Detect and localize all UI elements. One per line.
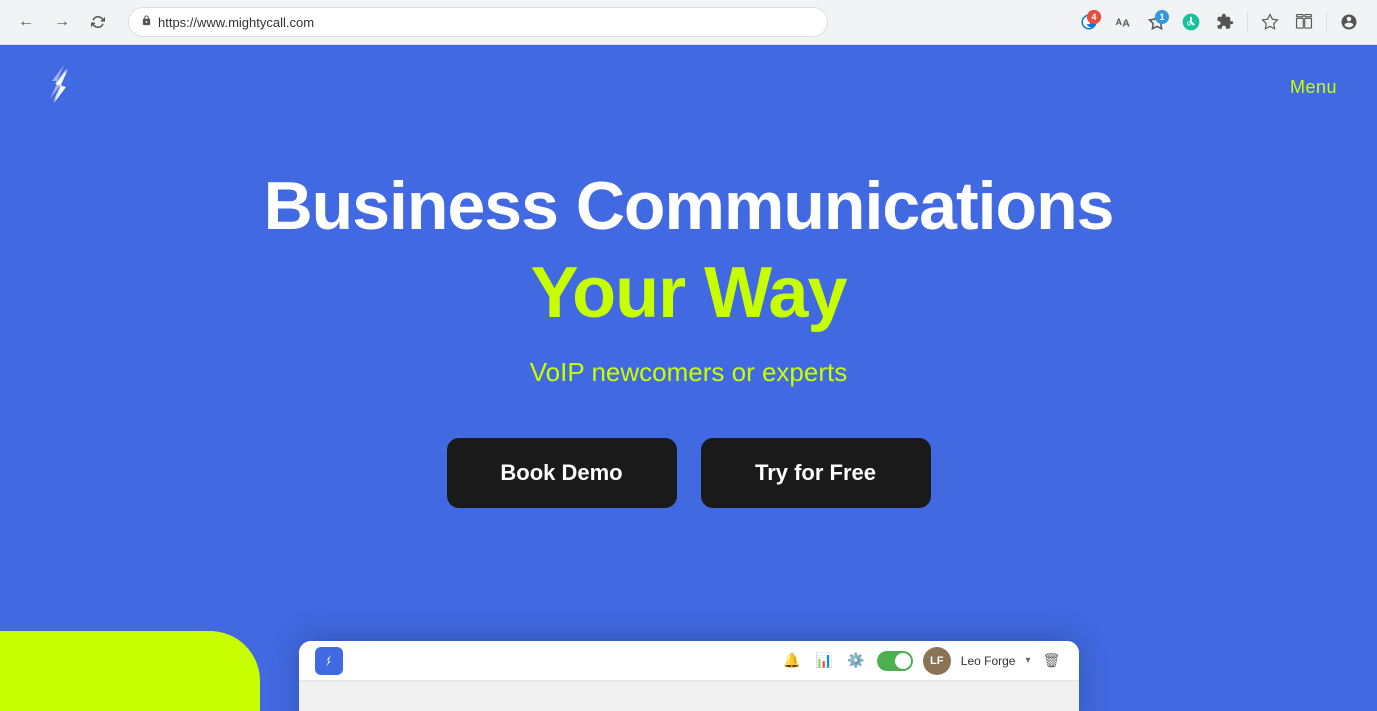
site-nav: Menu	[0, 45, 1377, 129]
hero-title-line2: Your Way	[20, 254, 1357, 333]
hero-subtitle: VoIP newcomers or experts	[20, 357, 1357, 388]
favorites-star-icon[interactable]	[1254, 6, 1286, 38]
svg-text:A: A	[1122, 18, 1130, 30]
chart-icon: 📊	[813, 650, 835, 672]
extension-edge-icon[interactable]: 4 4	[1073, 6, 1105, 38]
back-button[interactable]: ←	[12, 8, 40, 36]
hero-buttons: Book Demo Try for Free	[20, 438, 1357, 508]
dropdown-icon: ▾	[1025, 655, 1030, 666]
svg-text:A: A	[1116, 17, 1123, 27]
extensions-icon[interactable]	[1209, 6, 1241, 38]
favorites-icon[interactable]: 1	[1141, 6, 1173, 38]
settings-icon: ⚙️	[845, 650, 867, 672]
text-size-icon[interactable]: A A	[1107, 6, 1139, 38]
extension-badge: 4	[1087, 10, 1101, 24]
address-bar[interactable]: https://www.mightycall.com	[128, 7, 828, 37]
dashboard-preview: 🔔 📊 ⚙️ LF Leo Forge ▾ 🗑	[299, 641, 1079, 711]
site-logo[interactable]	[40, 65, 84, 109]
browser-chrome: ← → https://www.mightycall.com 4 4 A	[0, 0, 1377, 45]
dashboard-topbar: 🔔 📊 ⚙️ LF Leo Forge ▾ 🗑	[299, 641, 1079, 681]
url-text: https://www.mightycall.com	[158, 15, 815, 30]
reload-button[interactable]	[84, 8, 112, 36]
toolbar-divider2	[1326, 12, 1327, 32]
browser-toolbar: 4 4 A A 1 G	[1073, 6, 1365, 38]
forward-button[interactable]: →	[48, 8, 76, 36]
extension-badge2: 1	[1155, 10, 1169, 24]
user-name: Leo Forge	[961, 654, 1016, 668]
dashboard-icons: 🔔 📊 ⚙️ LF Leo Forge ▾ 🗑	[781, 647, 1063, 675]
dashboard-logo-icon	[315, 647, 343, 675]
try-for-free-button[interactable]: Try for Free	[701, 438, 931, 508]
user-avatar: LF	[923, 647, 951, 675]
profile-icon[interactable]	[1333, 6, 1365, 38]
bell-icon: 🔔	[781, 650, 803, 672]
hero-title-line1: Business Communications	[20, 169, 1357, 244]
svg-text:G: G	[1187, 21, 1192, 27]
yellow-accent-decoration	[0, 631, 260, 711]
trash-icon: 🗑	[1041, 650, 1063, 672]
grammarly-icon[interactable]: G	[1175, 6, 1207, 38]
toggle-switch	[877, 651, 913, 671]
book-demo-button[interactable]: Book Demo	[447, 438, 677, 508]
security-lock-icon	[141, 14, 152, 30]
collections-icon[interactable]	[1288, 6, 1320, 38]
toolbar-divider	[1247, 12, 1248, 32]
hero-section: Business Communications Your Way VoIP ne…	[0, 129, 1377, 578]
logo-icon	[40, 65, 84, 109]
website-content: Menu Business Communications Your Way Vo…	[0, 45, 1377, 711]
menu-button[interactable]: Menu	[1290, 77, 1337, 98]
